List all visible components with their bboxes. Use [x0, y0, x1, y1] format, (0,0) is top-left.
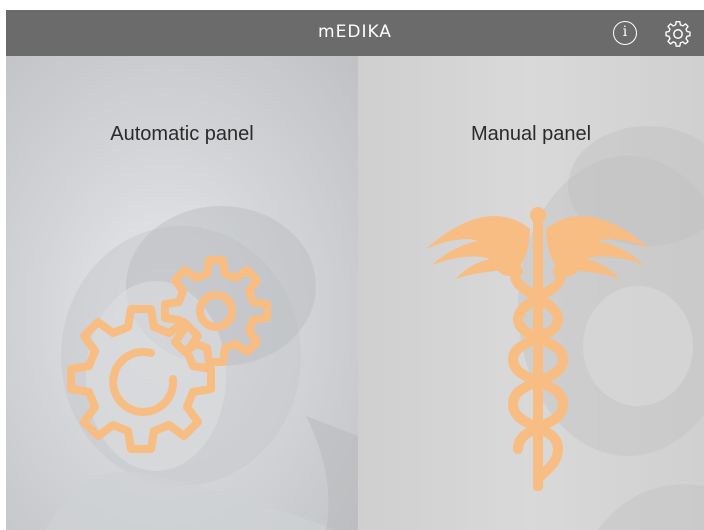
app-window: mEDIKA i Automatic panel Manual panel — [6, 10, 704, 530]
automatic-panel-title: Automatic panel — [110, 123, 254, 145]
app-logo: mEDIKA — [318, 22, 392, 42]
caduceus-icon — [426, 207, 650, 491]
top-bar: mEDIKA i — [6, 10, 704, 56]
info-icon[interactable]: i — [613, 21, 637, 45]
gear-icon[interactable] — [664, 20, 692, 48]
gears-icon — [67, 256, 271, 453]
manual-panel[interactable]: Manual panel — [358, 56, 704, 530]
automatic-panel[interactable]: Automatic panel — [6, 56, 358, 530]
manual-panel-title: Manual panel — [470, 123, 592, 145]
